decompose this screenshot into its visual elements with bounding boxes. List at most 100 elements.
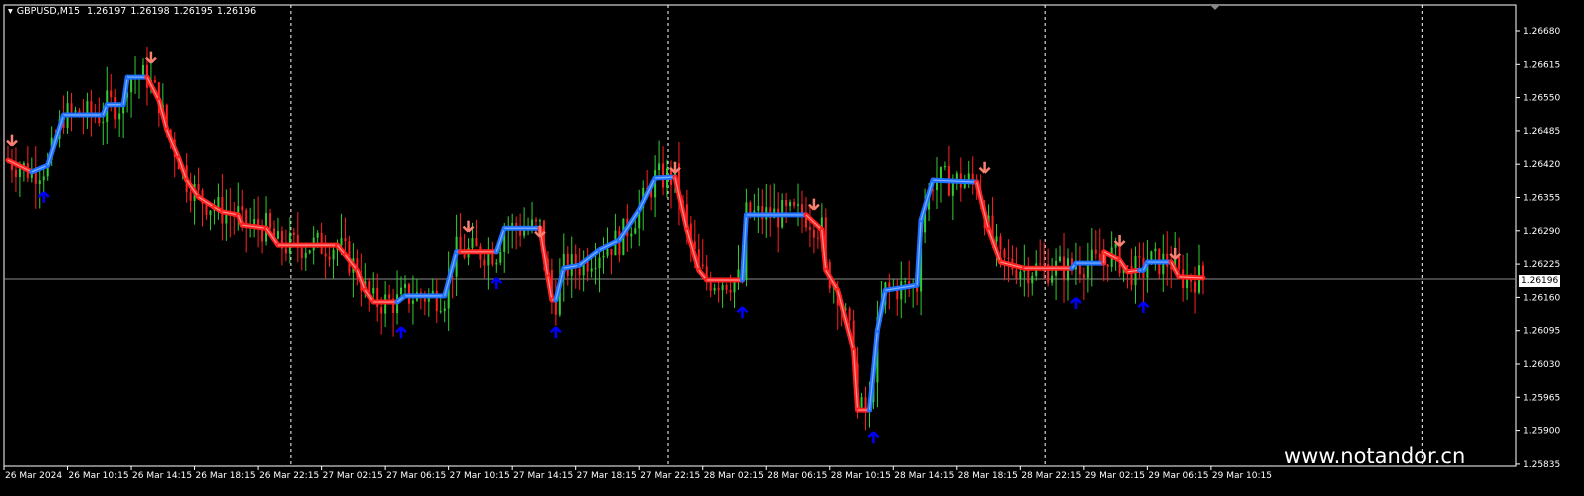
y-tick-label: 1.26160 [1523,293,1560,303]
candle-body [253,218,256,225]
x-tick-label: 26 Mar 14:15 [132,471,192,481]
candle-body [471,238,474,248]
candle-body [483,259,486,266]
buy-arrow-icon [867,431,880,444]
candle-body [439,311,442,313]
x-tick-label: 26 Mar 18:15 [196,471,256,481]
candle-body [328,256,331,260]
candle-body [1194,281,1197,293]
x-tick-label: 27 Mar 22:15 [640,471,700,481]
candle-body [808,227,811,230]
candle-body [400,287,403,295]
candle-body [1019,271,1022,279]
x-tick-label: 27 Mar 06:15 [386,471,446,481]
candle-body [269,213,272,229]
trend-line-highlight [186,179,200,198]
y-tick-label: 1.26550 [1523,94,1560,104]
x-tick-label: 26 Mar 22:15 [259,471,319,481]
trend-line-highlight [686,229,700,271]
candle-body [130,78,133,93]
candle-body [110,90,113,98]
candle-body [276,231,279,239]
candle-body [431,290,434,294]
candle-body [1015,269,1018,279]
trend-line-highlight [825,269,839,291]
candle-body [1039,263,1042,265]
candle-body [404,283,406,288]
candle-body [344,238,347,242]
trend-line-highlight [344,254,358,271]
candle-body [261,228,264,242]
close-price: 1.26196 [216,6,257,17]
candle-body [999,236,1002,250]
trend-line-highlight [976,181,990,230]
candle-body [18,168,21,177]
candle-body [38,180,41,185]
trend-line-highlight [146,76,160,101]
candle-body [777,208,780,228]
candle-body [209,210,212,215]
candle-body [630,233,633,237]
candle-body [793,202,796,206]
candle-body [304,252,307,258]
candle-body [1154,248,1157,252]
trend-line-highlight [166,129,180,159]
collapse-triangle-icon[interactable]: ▾ [8,6,13,17]
candle-body [757,206,760,211]
candle-body [495,262,498,265]
candle-body [1178,256,1181,270]
watermark: www.notandor.cn [1284,444,1466,468]
candle-body [701,264,704,267]
high-price: 1.26198 [130,6,170,17]
chart-header: ▾ GBPUSD,M15 1.26197 1.26198 1.26195 1.26196 [8,6,260,17]
y-tick-label: 1.26290 [1523,227,1560,237]
trend-line-highlight [444,251,458,297]
x-tick-label: 29 Mar 02:15 [1085,471,1145,481]
candle-body [590,268,593,272]
candle-body [308,250,311,253]
mt4-chart-window: 1.26680 1.26615 1.26550 1.26485 1.26420 1.263… [0,0,1584,496]
y-tick-label: 1.25965 [1523,393,1560,403]
candle-body [388,294,391,299]
y-tick-label: 1.26095 [1523,327,1560,337]
candle-body [995,236,998,242]
x-tick-label: 28 Mar 10:15 [831,471,891,481]
candle-body [812,229,815,238]
x-tick-label: 27 Mar 14:15 [513,471,573,481]
candle-body [602,255,605,258]
buy-arrow-icon [490,277,503,290]
candle-body [598,257,601,269]
x-tick-label: 29 Mar 06:15 [1148,471,1208,481]
sell-arrow-icon [6,134,18,147]
candle-body [606,249,609,256]
buy-arrow-icon [1070,297,1082,310]
x-tick-label: 28 Mar 22:15 [1021,471,1081,481]
candle-body [729,289,732,293]
candle-body [816,237,819,239]
candle-body [951,181,954,196]
candle-body [1078,265,1081,275]
y-tick-label: 1.26485 [1523,127,1560,137]
x-tick-label: 28 Mar 18:15 [958,471,1018,481]
price-chart[interactable]: 1.26680 1.26615 1.26550 1.26485 1.26420 1.263… [0,0,1584,496]
x-tick-label: 27 Mar 10:15 [450,471,510,481]
candle-body [578,268,581,276]
candle-body [459,236,462,250]
candle-body [118,113,121,120]
x-tick-label: 26 Mar 10:15 [69,471,129,481]
candle-body [1059,256,1062,261]
candle-body [1003,249,1006,258]
candle-body [848,308,851,321]
buy-arrow-icon [395,326,407,339]
candle-body [153,79,156,83]
candle-body [42,176,45,181]
trend-line-highlight [579,249,600,266]
candle-body [332,249,335,260]
candle-body [411,300,414,304]
candle-body [102,122,105,124]
candle-body [713,287,716,291]
candle-body [1138,256,1141,258]
trend-line-highlight [920,179,934,221]
candle-body [316,232,319,238]
current-price-label: 1.26196 [1519,275,1561,287]
